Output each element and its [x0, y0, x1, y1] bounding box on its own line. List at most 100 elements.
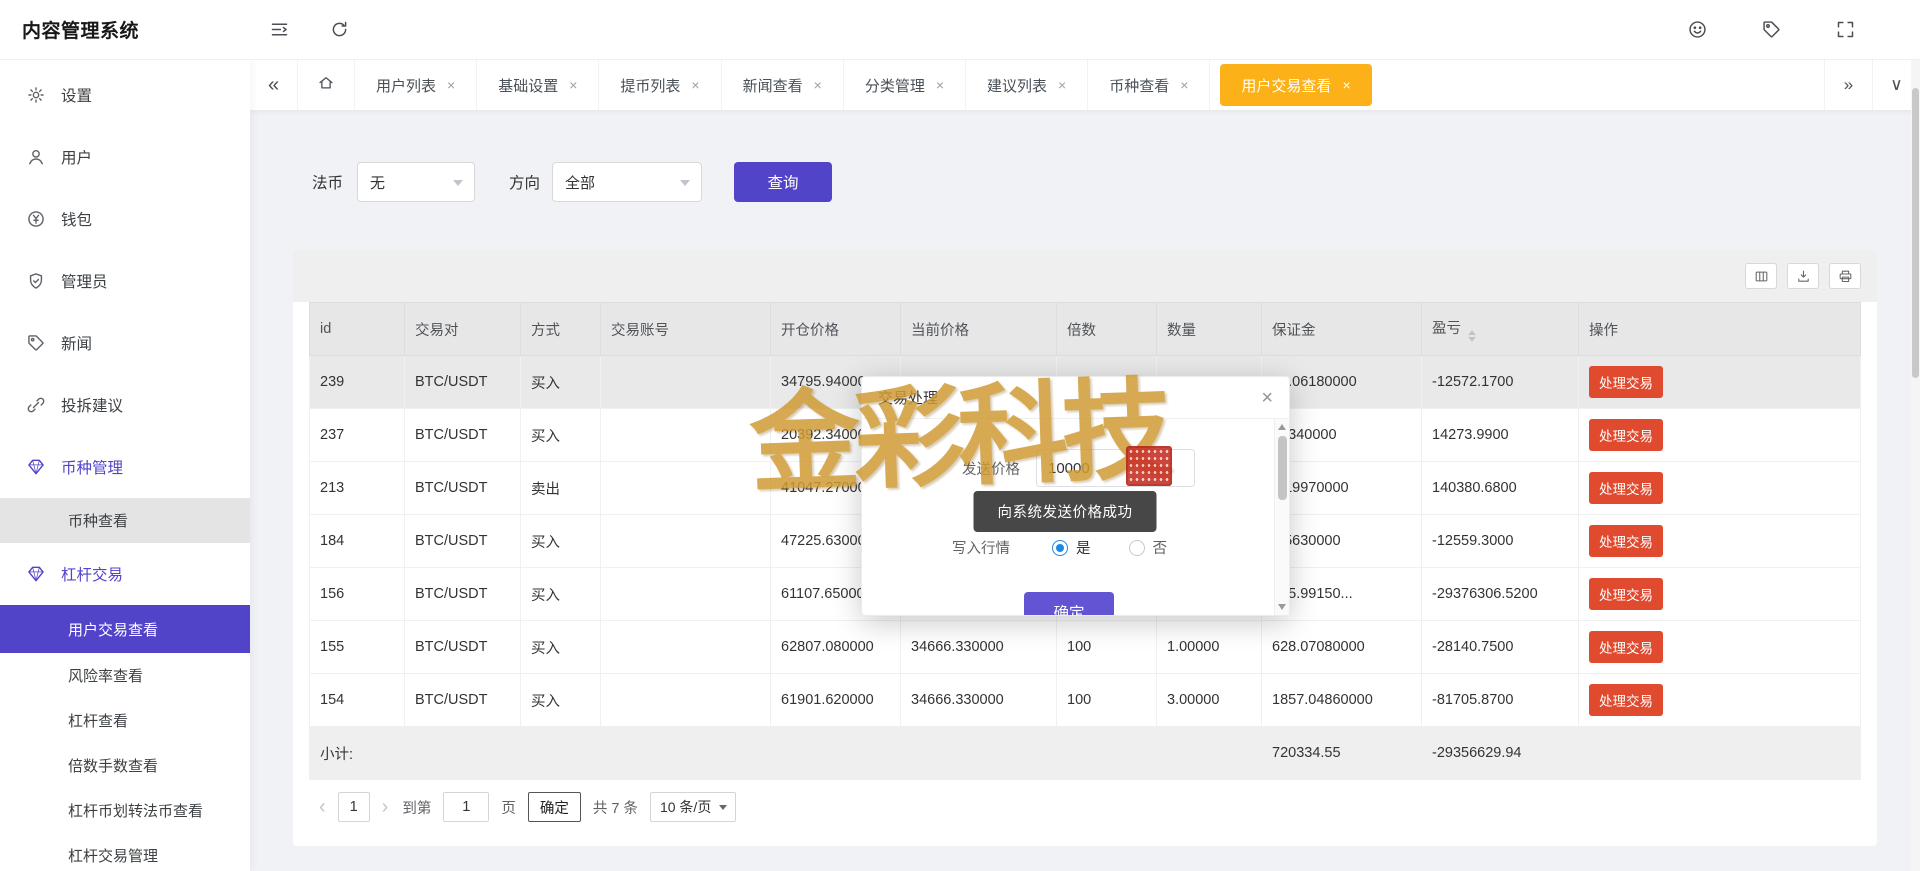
- close-icon[interactable]: ×: [814, 77, 822, 93]
- goto-page-input[interactable]: [443, 792, 489, 822]
- sort-icons[interactable]: [1468, 330, 1476, 342]
- user-icon: [26, 147, 46, 167]
- topbar-left: [258, 9, 360, 51]
- close-icon[interactable]: ×: [1342, 77, 1350, 93]
- sidebar-item-设置[interactable]: 设置: [0, 64, 250, 126]
- next-page-button[interactable]: ›: [380, 796, 391, 819]
- tab-基础设置[interactable]: 基础设置×: [477, 60, 599, 110]
- sidebar-item-倍数手数查看[interactable]: 倍数手数查看: [0, 743, 250, 788]
- sidebar-item-币种管理[interactable]: 币种管理: [0, 436, 250, 498]
- tab-label: 分类管理: [865, 75, 925, 96]
- tab-用户交易查看[interactable]: 用户交易查看 ×: [1220, 64, 1371, 106]
- fullscreen-icon[interactable]: [1824, 9, 1866, 51]
- page-scrollbar[interactable]: [1911, 60, 1920, 871]
- handle-trade-button[interactable]: 处理交易: [1589, 684, 1663, 716]
- sidebar-item-投拆建议[interactable]: 投拆建议: [0, 374, 250, 436]
- handle-trade-button[interactable]: 处理交易: [1589, 631, 1663, 663]
- close-icon[interactable]: ×: [447, 77, 455, 93]
- current-page[interactable]: 1: [338, 792, 370, 822]
- admin-icon: [26, 271, 46, 291]
- tabs-forward-button[interactable]: »: [1824, 60, 1872, 110]
- handle-trade-button[interactable]: 处理交易: [1589, 578, 1663, 610]
- column-header-盈亏[interactable]: 盈亏: [1422, 303, 1579, 356]
- modal-close-icon[interactable]: ×: [1261, 388, 1273, 408]
- sidebar-item-风险率查看[interactable]: 风险率查看: [0, 653, 250, 698]
- scroll-down-icon[interactable]: [1278, 604, 1286, 610]
- handle-trade-button[interactable]: 处理交易: [1589, 525, 1663, 557]
- sidebar-item-管理员[interactable]: 管理员: [0, 250, 250, 312]
- sidebar-item-钱包[interactable]: 钱包: [0, 188, 250, 250]
- sidebar: 设置用户钱包管理员新闻投拆建议币种管理币种查看杠杆交易用户交易查看风险率查看杠杆…: [0, 60, 250, 871]
- sidebar-item-杠杆交易[interactable]: 杠杆交易: [0, 543, 250, 605]
- currency-select-value: 无: [370, 172, 385, 193]
- face-icon[interactable]: [1676, 9, 1718, 51]
- prev-page-button[interactable]: ‹: [317, 796, 328, 819]
- tab-用户列表[interactable]: 用户列表 ×: [355, 60, 477, 110]
- currency-select[interactable]: 无: [357, 162, 475, 202]
- tab-币种查看[interactable]: 币种查看×: [1088, 60, 1210, 110]
- tab-建议列表[interactable]: 建议列表×: [966, 60, 1088, 110]
- collapse-sidebar-icon[interactable]: [258, 9, 300, 51]
- tab-label: 提币列表: [620, 75, 680, 96]
- sidebar-item-label: 杠杆币划转法币查看: [68, 800, 203, 821]
- sidebar-item-用户[interactable]: 用户: [0, 126, 250, 188]
- close-icon[interactable]: ×: [936, 77, 944, 93]
- modal-confirm-button[interactable]: 确定: [1024, 592, 1114, 615]
- topbar-right: [1676, 9, 1920, 51]
- tabs-back-button[interactable]: «: [250, 60, 298, 110]
- sidebar-item-币种查看[interactable]: 币种查看: [0, 498, 250, 543]
- wallet-icon: [26, 209, 46, 229]
- page: 内容管理系统 « 用户列表×基础设置×提币列表×新闻查看×分类管理×建议列表×币…: [0, 0, 1920, 871]
- tab-分类管理[interactable]: 分类管理 ×: [844, 60, 966, 110]
- column-header-操作: 操作: [1579, 303, 1861, 356]
- goto-confirm-button[interactable]: 确定: [528, 792, 581, 822]
- handle-trade-button[interactable]: 处理交易: [1589, 472, 1663, 504]
- export-icon[interactable]: [1787, 263, 1819, 289]
- sidebar-item-label: 用户交易查看: [68, 619, 158, 640]
- close-icon[interactable]: ×: [1058, 77, 1066, 93]
- page-size-select[interactable]: 10 条/页: [650, 792, 736, 822]
- column-header-保证金: 保证金: [1262, 303, 1422, 356]
- sidebar-item-label: 新闻: [61, 332, 92, 354]
- sidebar-item-杠杆币划转法币查看[interactable]: 杠杆币划转法币查看: [0, 788, 250, 833]
- gem-icon: [26, 564, 46, 584]
- tab-home[interactable]: [298, 60, 355, 110]
- sidebar-item-杠杆查看[interactable]: 杠杆查看: [0, 698, 250, 743]
- tab-提币列表[interactable]: 提币列表 ×: [599, 60, 721, 110]
- page-scrollbar-thumb[interactable]: [1912, 88, 1919, 378]
- page-size-value: 10 条/页: [660, 797, 711, 817]
- tabs-container: 用户列表×基础设置×提币列表×新闻查看×分类管理×建议列表×币种查看×用户交易查…: [298, 60, 1382, 110]
- tag-icon[interactable]: [1750, 9, 1792, 51]
- refresh-icon[interactable]: [318, 9, 360, 51]
- handle-trade-button[interactable]: 处理交易: [1589, 366, 1663, 398]
- sidebar-item-新闻[interactable]: 新闻: [0, 312, 250, 374]
- columns-icon[interactable]: [1745, 263, 1777, 289]
- sidebar-item-杠杆交易管理[interactable]: 杠杆交易管理: [0, 833, 250, 871]
- radio-yes[interactable]: 是: [1052, 537, 1091, 558]
- toast-message: 向系统发送价格成功: [974, 491, 1157, 532]
- sidebar-item-用户交易查看[interactable]: 用户交易查看: [0, 605, 250, 653]
- close-icon[interactable]: ×: [1180, 77, 1188, 93]
- print-icon[interactable]: [1829, 263, 1861, 289]
- goto-label: 到第: [402, 797, 431, 818]
- radio-yes-dot: [1052, 540, 1068, 556]
- direction-select[interactable]: 全部: [552, 162, 702, 202]
- send-price-input[interactable]: [1036, 449, 1195, 487]
- sidebar-item-label: 币种管理: [61, 456, 123, 478]
- send-price-label: 发送价格: [962, 458, 1020, 479]
- tab-label: 用户交易查看: [1241, 75, 1331, 96]
- radio-no-dot: [1129, 540, 1145, 556]
- close-icon[interactable]: ×: [569, 77, 577, 93]
- tab-新闻查看[interactable]: 新闻查看×: [722, 60, 844, 110]
- handle-trade-button[interactable]: 处理交易: [1589, 419, 1663, 451]
- close-icon[interactable]: ×: [691, 77, 699, 93]
- tab-label: 用户列表: [376, 75, 436, 96]
- radio-no[interactable]: 否: [1129, 537, 1168, 558]
- modal-scrollbar[interactable]: [1274, 419, 1289, 615]
- tabbar-right: » ∨: [1824, 60, 1920, 110]
- sidebar-item-label: 杠杆交易管理: [68, 845, 158, 866]
- gem-icon: [26, 457, 46, 477]
- scroll-up-icon[interactable]: [1278, 424, 1286, 430]
- query-button[interactable]: 查询: [734, 162, 832, 202]
- scrollbar-thumb[interactable]: [1278, 436, 1287, 500]
